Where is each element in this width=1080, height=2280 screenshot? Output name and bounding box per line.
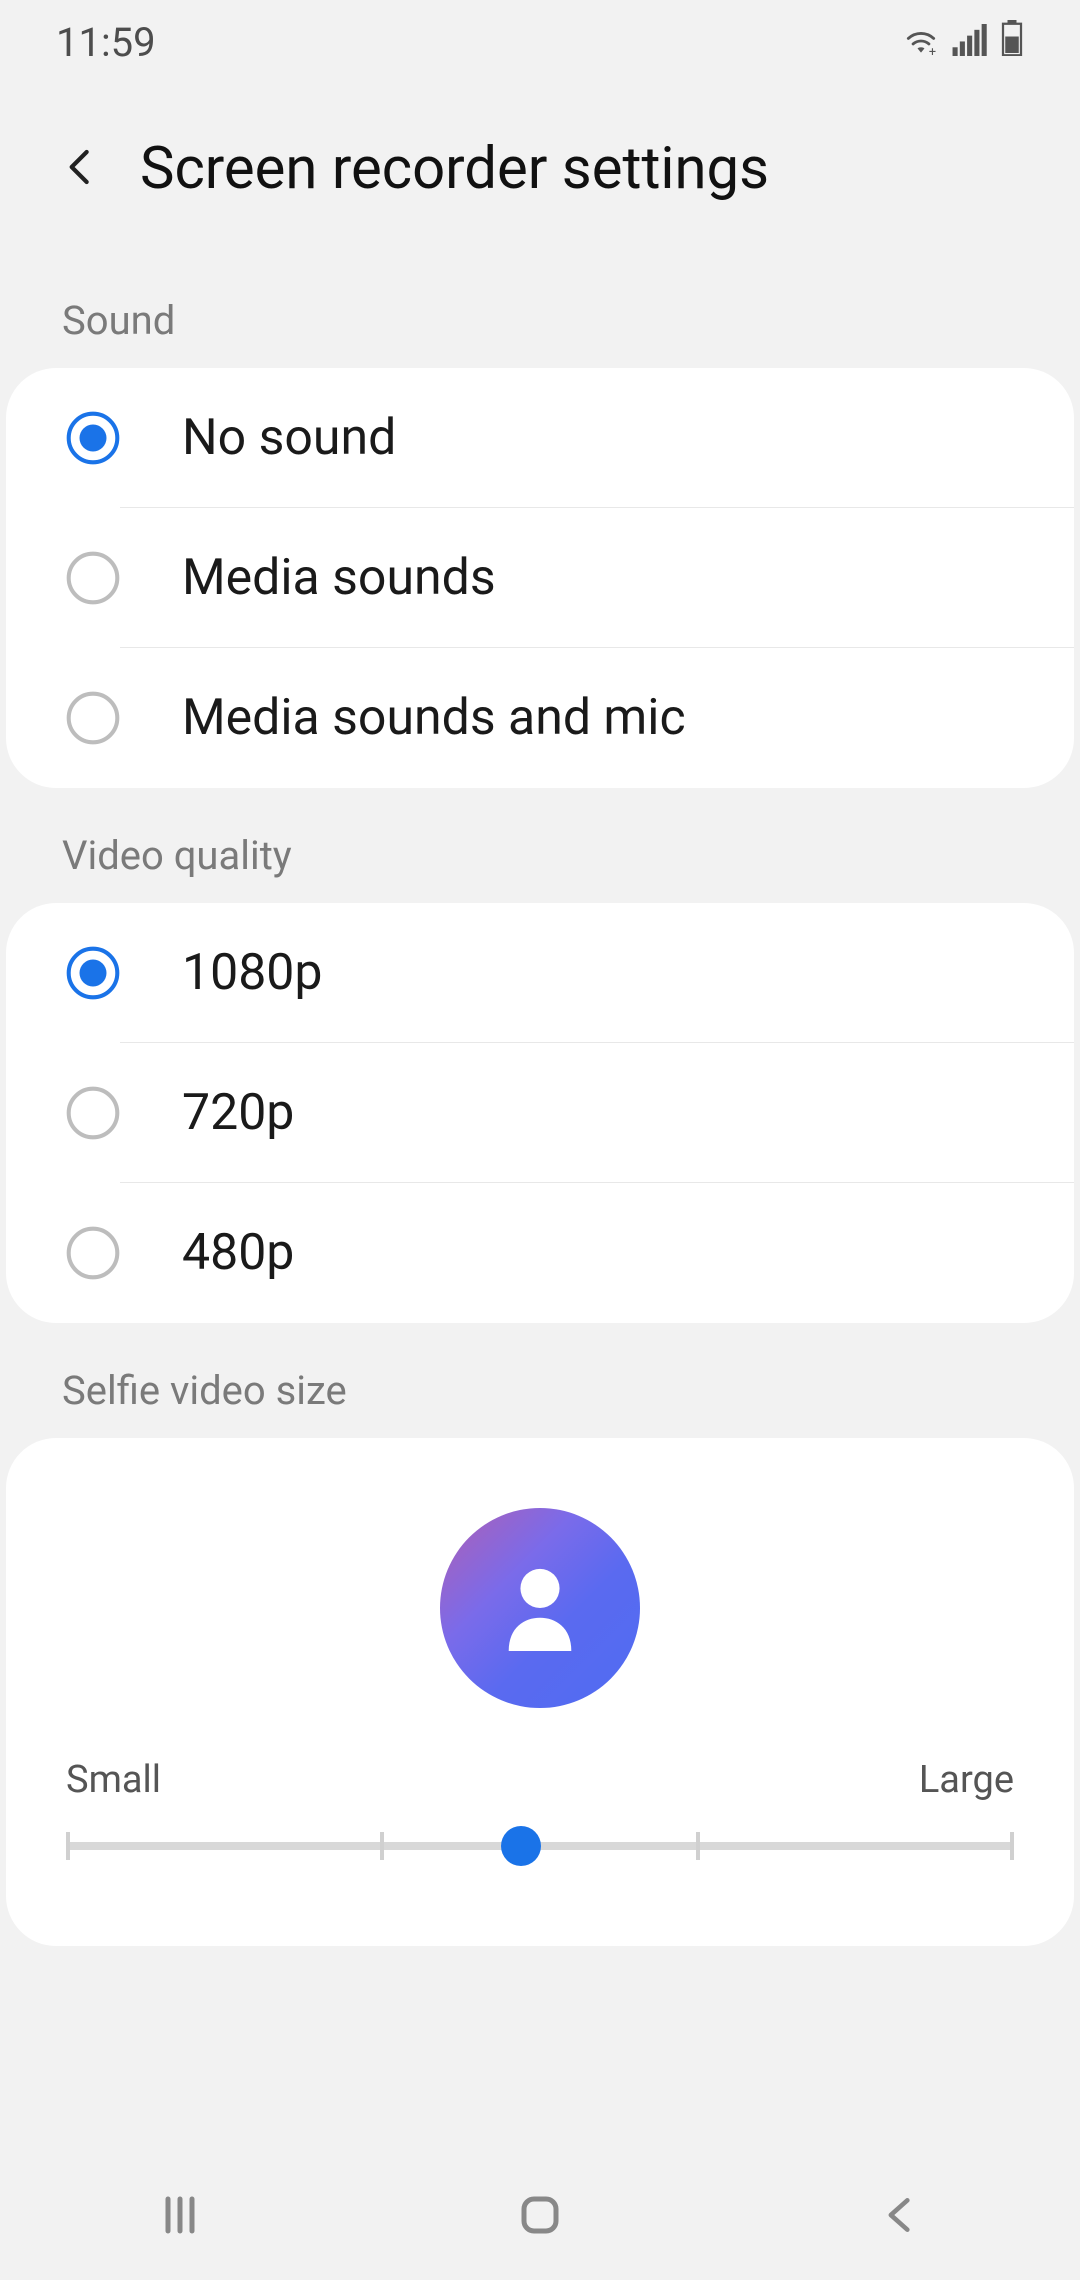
section-label-sound: Sound: [0, 253, 1080, 368]
radio-row-media-sounds-and-mic[interactable]: Media sounds and mic: [6, 648, 1074, 788]
radio-label: 720p: [120, 1043, 1074, 1183]
svg-text:+: +: [929, 45, 936, 56]
slider-max-label: Large: [919, 1758, 1014, 1802]
back-icon[interactable]: [60, 142, 100, 196]
radio-label: Media sounds and mic: [120, 648, 1074, 788]
header: Screen recorder settings: [0, 85, 1080, 253]
radio-label: Media sounds: [120, 508, 1074, 648]
person-icon: [500, 1561, 580, 1655]
radio-label: No sound: [120, 368, 1074, 508]
slider-tick: [380, 1832, 384, 1860]
selfie-size-slider[interactable]: [66, 1826, 1014, 1866]
radio-row-720p[interactable]: 720p: [6, 1043, 1074, 1183]
radio-row-1080p[interactable]: 1080p: [6, 903, 1074, 1043]
home-button[interactable]: [510, 2185, 570, 2245]
radio-row-media-sounds[interactable]: Media sounds: [6, 508, 1074, 648]
signal-icon: [952, 19, 988, 66]
radio-icon: [66, 411, 120, 465]
radio-icon: [66, 1226, 120, 1280]
radio-icon: [66, 551, 120, 605]
slider-thumb[interactable]: [501, 1826, 541, 1866]
status-indicators: +: [902, 19, 1024, 66]
status-time: 11:59: [56, 19, 156, 66]
radio-row-480p[interactable]: 480p: [6, 1183, 1074, 1323]
avatar: [440, 1508, 640, 1708]
radio-icon: [66, 691, 120, 745]
slider-tick: [696, 1832, 700, 1860]
navigation-bar: [0, 2150, 1080, 2280]
back-button[interactable]: [870, 2185, 930, 2245]
selfie-preview: [66, 1488, 1014, 1758]
section-label-selfie: Selfie video size: [0, 1323, 1080, 1438]
slider-min-label: Small: [66, 1758, 161, 1802]
status-bar: 11:59 +: [0, 0, 1080, 85]
page-title: Screen recorder settings: [140, 135, 769, 203]
radio-row-no-sound[interactable]: No sound: [6, 368, 1074, 508]
radio-icon: [66, 946, 120, 1000]
radio-label: 480p: [120, 1183, 1074, 1323]
recents-button[interactable]: [150, 2185, 210, 2245]
radio-icon: [66, 1086, 120, 1140]
slider-tick: [1010, 1832, 1014, 1860]
video-quality-card: 1080p 720p 480p: [6, 903, 1074, 1323]
wifi-icon: +: [902, 19, 940, 66]
section-label-video-quality: Video quality: [0, 788, 1080, 903]
selfie-size-card: Small Large: [6, 1438, 1074, 1946]
slider-tick: [66, 1832, 70, 1860]
slider-labels: Small Large: [66, 1758, 1014, 1826]
radio-label: 1080p: [120, 903, 1074, 1043]
battery-icon: [1000, 19, 1024, 66]
sound-options-card: No sound Media sounds Media sounds and m…: [6, 368, 1074, 788]
